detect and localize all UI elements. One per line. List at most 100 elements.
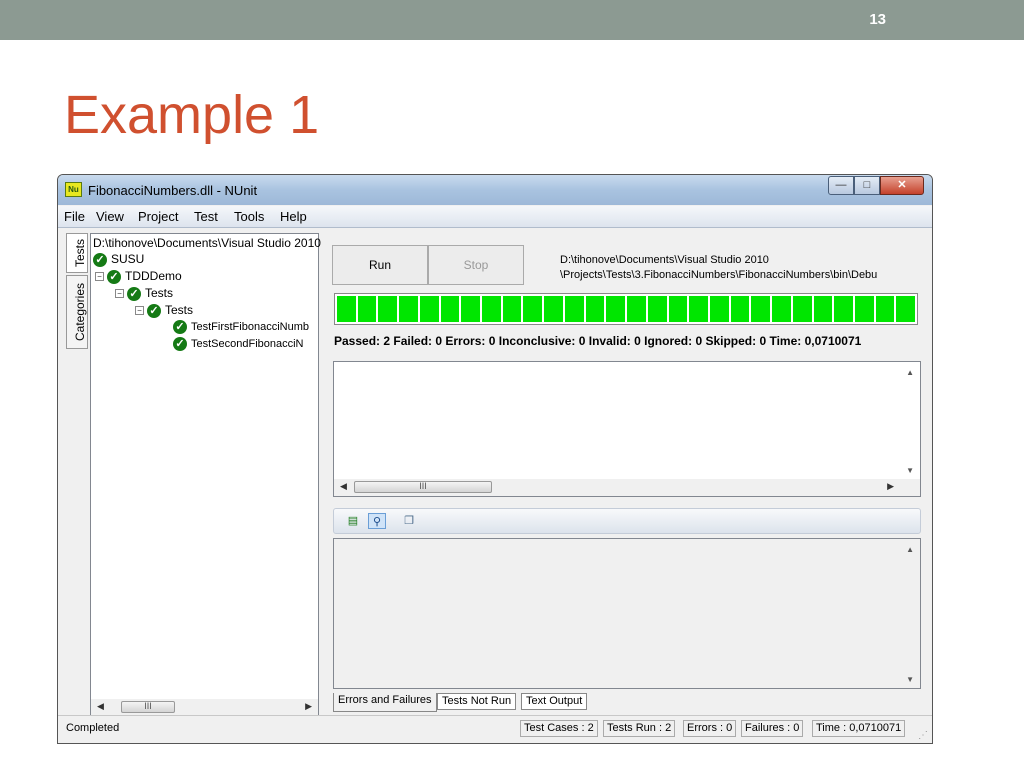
slide-title: Example 1 <box>64 85 320 145</box>
progress-segment <box>647 296 667 322</box>
status-text: Completed <box>66 722 120 734</box>
progress-segment <box>772 296 791 322</box>
search-icon[interactable]: ⚲ <box>368 513 386 529</box>
progress-segment <box>337 296 356 322</box>
progress-segment <box>627 296 646 322</box>
side-tabs: Tests Categories <box>66 233 88 353</box>
status-bar: Completed Test Cases : 2 Tests Run : 2 E… <box>58 715 932 743</box>
clipboard-icon[interactable]: ❐ <box>400 513 418 529</box>
progress-segment <box>875 296 895 322</box>
run-panel: Run Stop D:\tihonove\Documents\Visual St… <box>326 235 922 357</box>
scroll-down-icon[interactable]: ▼ <box>906 675 914 684</box>
scroll-up-icon[interactable]: ▲ <box>906 368 914 377</box>
check-icon: ✓ <box>93 252 107 267</box>
tree-horizontal-scrollbar[interactable]: ◀ III ▶ <box>91 699 318 716</box>
scroll-left-icon[interactable]: ◀ <box>340 481 347 492</box>
resize-grip-icon[interactable]: ⋰ <box>918 730 928 741</box>
collapse-icon[interactable]: − <box>95 272 104 282</box>
scroll-thumb[interactable]: III <box>121 701 175 713</box>
scroll-down-icon[interactable]: ▼ <box>906 466 914 475</box>
progress-segment <box>585 296 605 322</box>
menu-project[interactable]: Project <box>138 209 178 224</box>
check-icon: ✓ <box>127 286 141 301</box>
menu-view[interactable]: View <box>96 209 124 224</box>
tree-item[interactable]: − ✓ Tests <box>115 286 173 301</box>
check-icon: ✓ <box>147 303 161 318</box>
results-summary: Passed: 2 Failed: 0 Errors: 0 Inconclusi… <box>334 334 862 348</box>
tree-item[interactable]: ✓ SUSU <box>93 252 144 267</box>
slide-number: 13 <box>869 11 886 28</box>
tab-errors-and-failures[interactable]: Errors and Failures <box>333 693 437 712</box>
progress-segment <box>523 296 543 322</box>
scroll-thumb[interactable]: III <box>354 481 492 493</box>
tab-text-output[interactable]: Text Output <box>521 693 588 710</box>
menu-tools[interactable]: Tools <box>234 209 264 224</box>
progress-segment <box>792 296 812 322</box>
assembly-path-line1: D:\tihonove\Documents\Visual Studio 2010 <box>560 254 769 266</box>
progress-segment <box>564 296 584 322</box>
progress-segment <box>502 296 522 322</box>
nunit-window: Nu FibonacciNumbers.dll - NUnit — □ ✕ Fi… <box>57 174 933 744</box>
slide: 13 Example 1 Nu FibonacciNumbers.dll - N… <box>0 0 1024 768</box>
status-tests-run: Tests Run : 2 <box>603 720 676 737</box>
output-horizontal-scrollbar[interactable]: ◀ III ▶ <box>334 479 920 496</box>
tree-item-label: TDDDemo <box>125 269 182 283</box>
progress-segment <box>813 296 833 322</box>
tree-item[interactable]: − ✓ TDDDemo <box>95 269 182 284</box>
tree-item[interactable]: − ✓ Tests <box>135 303 193 318</box>
progress-segment <box>668 296 688 322</box>
progress-segment <box>357 296 377 322</box>
tab-categories[interactable]: Categories <box>66 275 88 349</box>
status-time: Time : 0,0710071 <box>812 720 906 737</box>
tree-item[interactable]: ✓ TestFirstFibonacciNumb <box>173 320 309 334</box>
close-button[interactable]: ✕ <box>880 176 924 195</box>
status-test-cases: Test Cases : 2 <box>520 720 598 737</box>
copy-icon[interactable]: ▤ <box>344 513 362 529</box>
minimize-button[interactable]: — <box>828 176 854 195</box>
stop-button[interactable]: Stop <box>428 245 524 285</box>
scroll-right-icon[interactable]: ▶ <box>305 701 312 712</box>
tree-item-label: Tests <box>145 286 174 300</box>
progress-segment <box>482 296 501 322</box>
scroll-right-icon[interactable]: ▶ <box>887 481 894 492</box>
tree-root-path[interactable]: D:\tihonove\Documents\Visual Studio 2010 <box>93 236 321 250</box>
tree-item[interactable]: ✓ TestSecondFibonacciN <box>173 337 304 351</box>
check-icon: ✓ <box>107 269 121 284</box>
tree-item-label: Tests <box>165 303 194 317</box>
result-tree-panel[interactable]: ▲ ▼ ◀ III ▶ <box>333 361 921 497</box>
check-icon: ✓ <box>173 320 187 334</box>
progress-segment <box>399 296 418 322</box>
window-title: FibonacciNumbers.dll - NUnit <box>88 183 258 198</box>
progress-segment <box>606 296 626 322</box>
progress-segment <box>461 296 481 322</box>
slide-header-bar: 13 <box>0 0 1024 40</box>
maximize-button[interactable]: □ <box>854 176 880 195</box>
error-details-panel[interactable]: ▲ ▼ <box>333 538 921 689</box>
menu-test[interactable]: Test <box>194 209 218 224</box>
progress-segment <box>689 296 708 322</box>
collapse-icon[interactable]: − <box>135 306 144 316</box>
progress-segment <box>730 296 750 322</box>
run-button[interactable]: Run <box>332 245 428 285</box>
tab-tests-not-run[interactable]: Tests Not Run <box>437 693 517 710</box>
tree-item-label: SUSU <box>111 252 145 266</box>
collapse-icon[interactable]: − <box>115 289 124 299</box>
assembly-path: D:\tihonove\Documents\Visual Studio 2010… <box>560 253 920 287</box>
status-errors: Errors : 0 <box>683 720 737 737</box>
progress-segment <box>419 296 439 322</box>
progress-segment <box>544 296 563 322</box>
tab-tests[interactable]: Tests <box>66 233 88 273</box>
progress-bar <box>334 293 918 325</box>
progress-segment <box>751 296 771 322</box>
scroll-left-icon[interactable]: ◀ <box>97 701 104 712</box>
menu-help[interactable]: Help <box>280 209 307 224</box>
status-failures: Failures : 0 <box>741 720 804 737</box>
progress-segment <box>709 296 729 322</box>
tree-item-label: TestSecondFibonacciN <box>191 337 304 350</box>
progress-segment <box>440 296 460 322</box>
scroll-up-icon[interactable]: ▲ <box>906 545 914 554</box>
window-titlebar[interactable]: Nu FibonacciNumbers.dll - NUnit — □ ✕ <box>58 175 932 205</box>
menu-bar: File View Project Test Tools Help <box>58 206 932 228</box>
progress-segment <box>378 296 398 322</box>
progress-segment <box>896 296 916 322</box>
